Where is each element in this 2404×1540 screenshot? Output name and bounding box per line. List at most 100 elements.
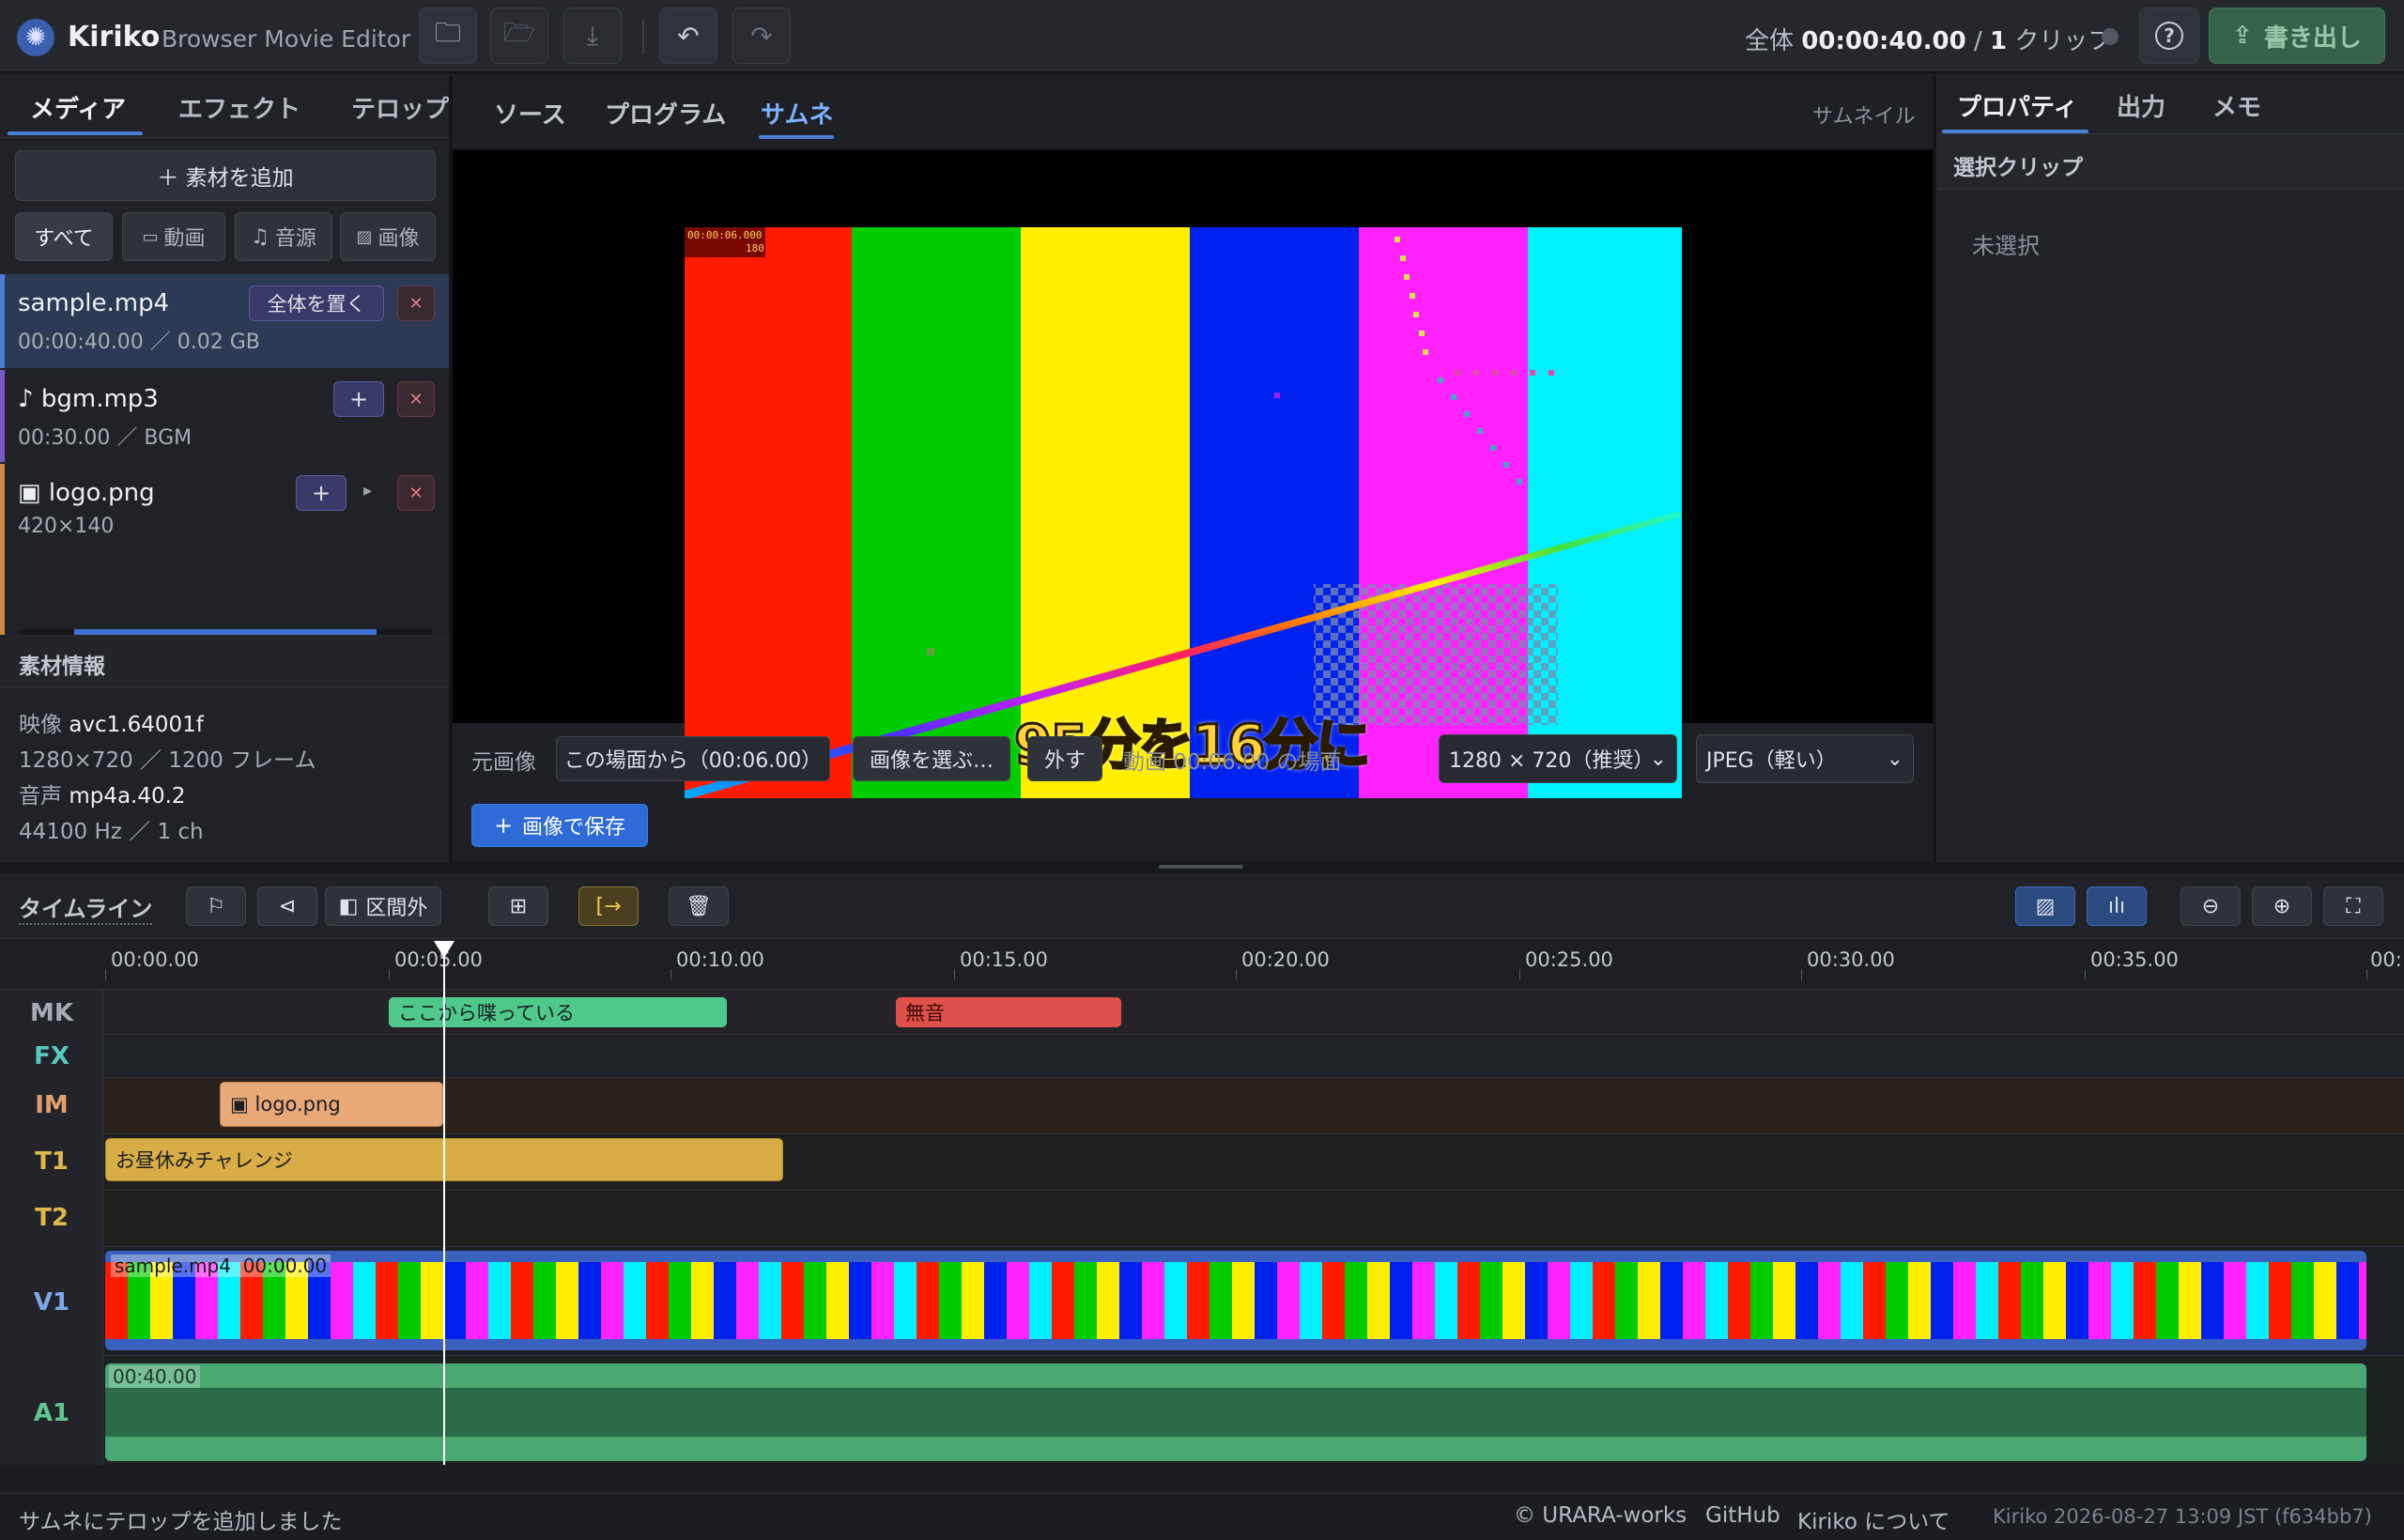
- media-item[interactable]: ♪ bgm.mp3 00:30.00 ／ BGM + ✕: [0, 370, 449, 462]
- build-info: Kiriko 2026-08-27 13:09 JST (f634bb7): [1993, 1505, 2372, 1528]
- tab-properties[interactable]: プロパティ: [1957, 88, 2077, 123]
- resize-grip-icon: [1159, 865, 1243, 869]
- track-row-fx: [103, 1035, 2404, 1078]
- download-button[interactable]: ⤓: [563, 8, 622, 64]
- marker-silence[interactable]: 無音: [896, 997, 1121, 1027]
- tab-thumbnail[interactable]: サムネ: [761, 96, 833, 131]
- place-all-button[interactable]: 全体を置く: [249, 285, 384, 321]
- skip-back-icon: ⊲: [278, 894, 297, 918]
- ruler-tickline: [2366, 969, 2367, 980]
- media-item[interactable]: sample.mp4 00:00:40.00 ／ 0.02 GB 全体を置く ✕: [0, 274, 449, 368]
- tab-output[interactable]: 出力: [2117, 88, 2165, 123]
- about-link[interactable]: Kiriko について: [1797, 1503, 1950, 1535]
- marker-speaking[interactable]: ここから喋っている: [389, 997, 727, 1027]
- playhead[interactable]: [443, 941, 445, 1465]
- choose-image-button[interactable]: 画像を選ぶ…: [853, 736, 1010, 781]
- toggle-waveform-button[interactable]: ılı: [2087, 886, 2147, 926]
- filter-image[interactable]: ▨ 画像: [340, 212, 436, 261]
- save-image-label: 画像で保存: [522, 816, 626, 839]
- text-add-icon: ⊞: [509, 894, 528, 918]
- github-link[interactable]: GitHub: [1705, 1503, 1780, 1528]
- ruler-tick: 00:30.00: [1807, 948, 1895, 971]
- add-telop-button[interactable]: ⊞: [488, 886, 548, 926]
- video-codec: avc1.64001f: [69, 713, 204, 737]
- help-button[interactable]: ?: [2139, 8, 2199, 64]
- from-scene-button[interactable]: この場面から（00:06.00）: [556, 736, 830, 781]
- playhead-handle-icon[interactable]: [434, 941, 455, 958]
- source-image-label: 元画像: [471, 750, 536, 775]
- delete-button[interactable]: 🗑: [669, 886, 729, 926]
- media-info-title: 素材情報: [19, 654, 105, 679]
- preview-stage[interactable]: 00:00:06.000 180 95分を16分に: [453, 150, 1933, 798]
- total-duration: 00:00:40.00: [1801, 27, 1966, 55]
- filter-image-label: 画像: [378, 227, 420, 251]
- ruler-tick: 00:15.00: [960, 948, 1048, 971]
- image-icon: ▨: [2035, 894, 2056, 918]
- out-of-range-button[interactable]: ◧ 区間外: [325, 886, 441, 926]
- filter-all[interactable]: すべて: [15, 212, 113, 261]
- media-item-meta: 00:30.00 ／ BGM: [18, 426, 193, 450]
- media-tab-underline: [8, 131, 143, 135]
- properties-panel: プロパティ 出力 メモ 選択クリップ 未選択: [1936, 75, 2404, 862]
- zoom-in-button[interactable]: ⊕: [2252, 886, 2312, 926]
- tab-media[interactable]: メディア: [30, 90, 126, 125]
- undo-button[interactable]: ↶: [659, 8, 717, 64]
- video-info-line: 映像 avc1.64001f: [19, 706, 204, 738]
- add-to-timeline-button[interactable]: +: [333, 381, 384, 417]
- close-icon: ✕: [408, 293, 424, 314]
- export-label: 書き出し: [2263, 23, 2362, 53]
- zoom-out-button[interactable]: ⊖: [2181, 886, 2241, 926]
- chevron-down-icon: ⌄: [1649, 747, 1667, 771]
- tab-telop[interactable]: テロップ: [351, 90, 449, 125]
- redo-icon: ↷: [750, 20, 773, 52]
- plus-icon: +: [493, 812, 514, 839]
- fit-button[interactable]: ⛶: [2323, 886, 2383, 926]
- media-item-name: ♪ bgm.mp3: [18, 385, 159, 413]
- new-project-button[interactable]: 🗀: [419, 8, 477, 64]
- trash-icon: 🗑: [686, 894, 712, 918]
- filter-audio[interactable]: ♫ 音源: [235, 212, 332, 261]
- toggle-thumbnails-button[interactable]: ▨: [2015, 886, 2075, 926]
- open-project-button[interactable]: 🗁: [490, 8, 548, 64]
- folder-icon: 🗀: [434, 17, 461, 48]
- ruler-tickline: [1236, 969, 1237, 980]
- size-select[interactable]: 1280 × 720（推奨） ⌄: [1439, 734, 1677, 783]
- tab-effects[interactable]: エフェクト: [178, 90, 300, 125]
- insert-icon: [→: [595, 894, 622, 918]
- timeline-toolbar: タイムライン ⚐ ⊲ ◧ 区間外 ⊞ [→ 🗑 ▨ ılı ⊖ ⊕ ⛶: [0, 873, 2404, 939]
- timeline-resize-handle[interactable]: [0, 862, 2404, 873]
- remove-image-button[interactable]: 外す: [1027, 736, 1102, 781]
- image-clip-logo[interactable]: ▣ logo.png: [220, 1082, 443, 1127]
- redo-button[interactable]: ↷: [732, 8, 791, 64]
- remove-media-button[interactable]: ✕: [397, 381, 435, 417]
- tab-program[interactable]: プログラム: [605, 96, 726, 131]
- track-label-t1: T1: [35, 1147, 69, 1176]
- save-image-button[interactable]: + 画像で保存: [471, 804, 648, 847]
- add-to-timeline-button[interactable]: +: [296, 475, 347, 511]
- size-select-value: 1280 × 720（推奨）: [1449, 749, 1655, 773]
- add-media-button[interactable]: ＋ 素材を追加: [15, 150, 436, 201]
- expand-arrow-icon[interactable]: ▸: [363, 481, 372, 500]
- time-ruler[interactable]: [0, 939, 2404, 990]
- track-label-t2: T2: [35, 1204, 69, 1232]
- fit-icon: ⛶: [2346, 894, 2361, 918]
- remove-media-button[interactable]: ✕: [397, 475, 435, 511]
- go-to-start-button[interactable]: ⊲: [257, 886, 317, 926]
- timecode-overlay: 00:00:06.000: [687, 229, 763, 241]
- audio-info-line: 音声 mp4a.40.2: [19, 778, 186, 809]
- copyright-link[interactable]: © URARA-works: [1514, 1503, 1687, 1528]
- insert-clip-button[interactable]: [→: [578, 886, 639, 926]
- help-icon: ?: [2155, 22, 2183, 50]
- media-item-name: sample.mp4: [18, 289, 170, 317]
- tab-source[interactable]: ソース: [494, 96, 566, 131]
- filter-video-label: 動画: [163, 227, 206, 251]
- media-item-meta: 00:00:40.00 ／ 0.02 GB: [18, 331, 260, 354]
- filter-video[interactable]: ▭ 動画: [122, 212, 225, 261]
- tab-memo[interactable]: メモ: [2212, 88, 2261, 123]
- export-button[interactable]: ⇪ 書き出し: [2209, 8, 2385, 64]
- video-icon: ▭: [142, 226, 159, 247]
- add-marker-button[interactable]: ⚐: [186, 886, 246, 926]
- format-select[interactable]: JPEG（軽い） ⌄: [1696, 734, 1914, 783]
- remove-media-button[interactable]: ✕: [397, 285, 435, 321]
- upload-icon: ⇪: [2232, 22, 2253, 50]
